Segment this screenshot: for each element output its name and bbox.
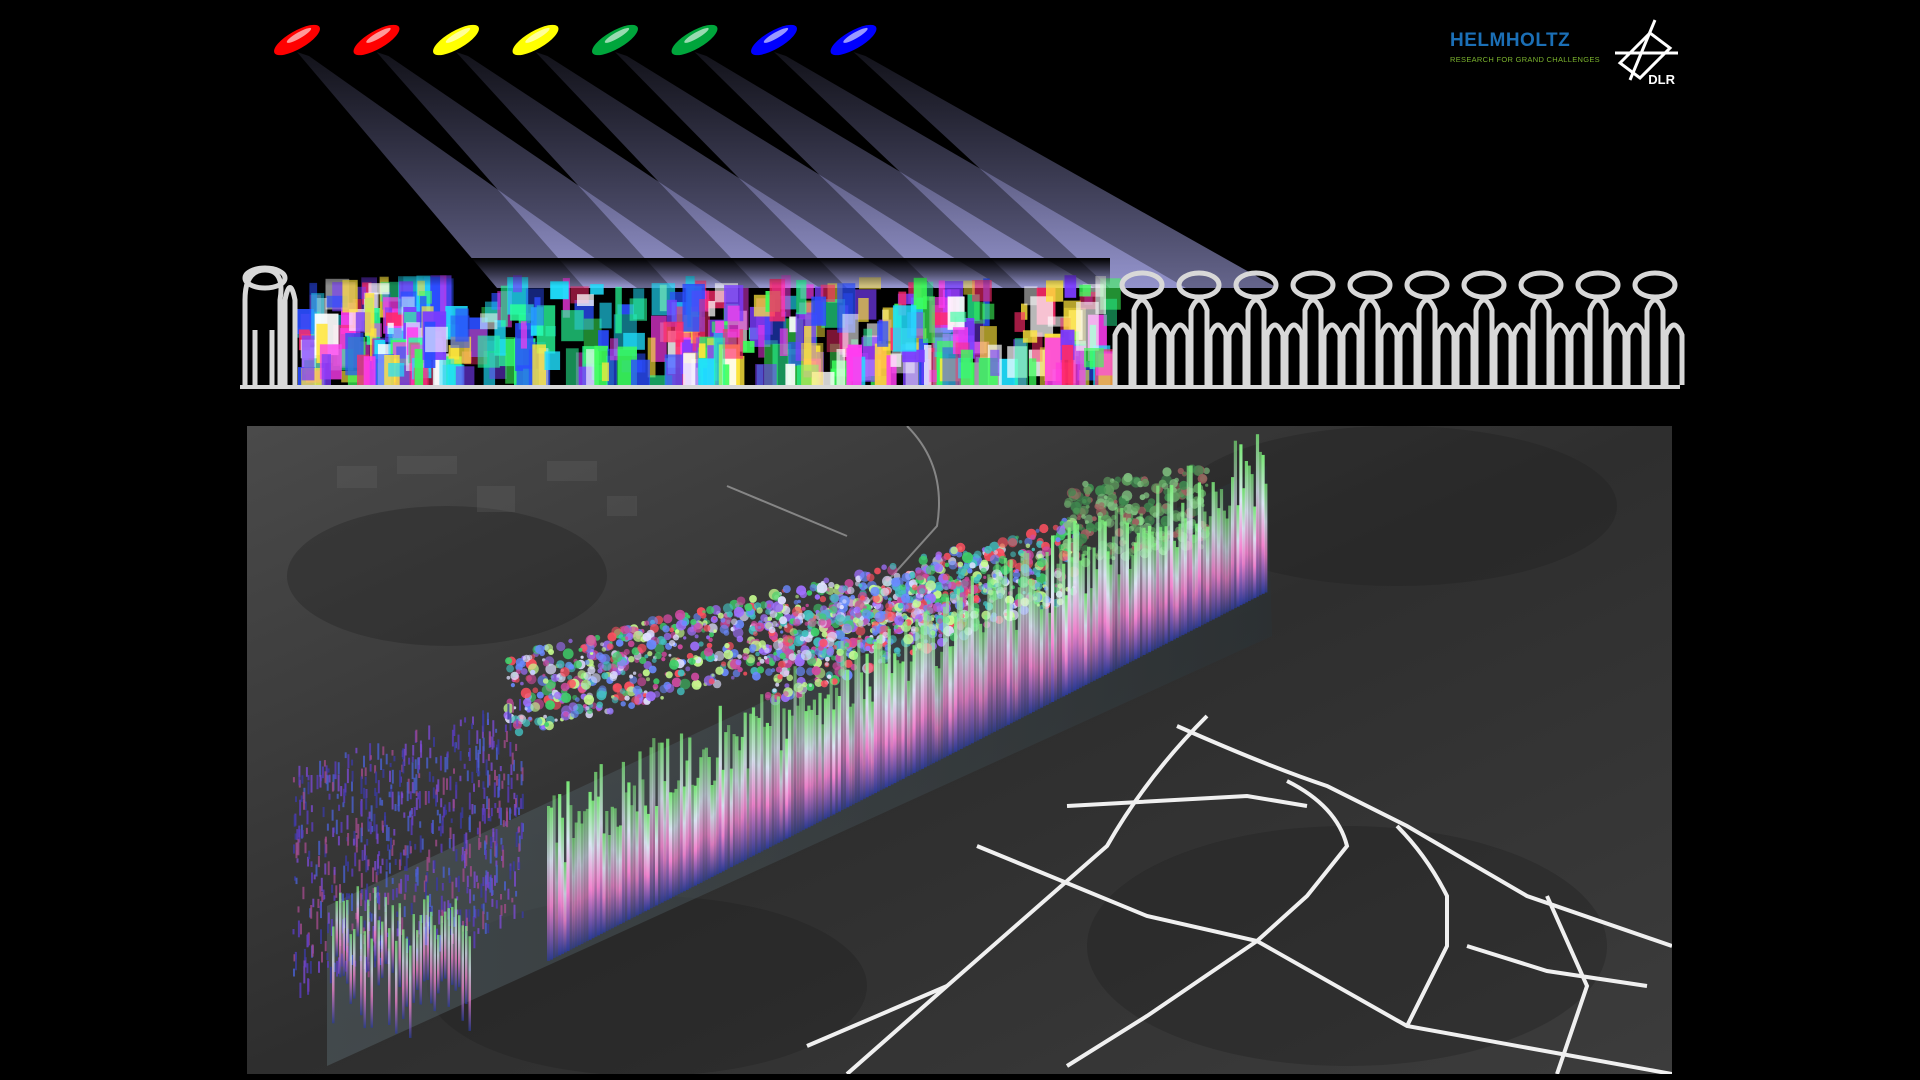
- sensor-antenna-icon: [274, 24, 320, 56]
- sensor-row: [274, 24, 877, 56]
- dlr-label: DLR: [1648, 72, 1675, 87]
- radar-beams: [297, 52, 1278, 288]
- sensor-antenna-icon: [751, 24, 797, 56]
- 3d-forest-scene: [247, 426, 1672, 1074]
- sensor-antenna-icon: [353, 24, 400, 56]
- tomogram-strip: [295, 275, 1121, 387]
- tree-outlines-right: [1112, 270, 1685, 385]
- sensor-antenna-icon: [592, 24, 638, 56]
- helmholtz-tagline: RESEARCH FOR GRAND CHALLENGES: [1450, 55, 1600, 64]
- sensor-antenna-icon: [433, 24, 479, 56]
- sensor-antenna-icon: [512, 24, 559, 56]
- logo-area: HELMHOLTZ RESEARCH FOR GRAND CHALLENGES …: [1450, 18, 1680, 88]
- helmholtz-logo: HELMHOLTZ: [1450, 30, 1571, 51]
- sensor-antenna-icon: [830, 24, 877, 56]
- sensor-antenna-icon: [671, 24, 718, 56]
- tree-outline-left: [242, 265, 298, 385]
